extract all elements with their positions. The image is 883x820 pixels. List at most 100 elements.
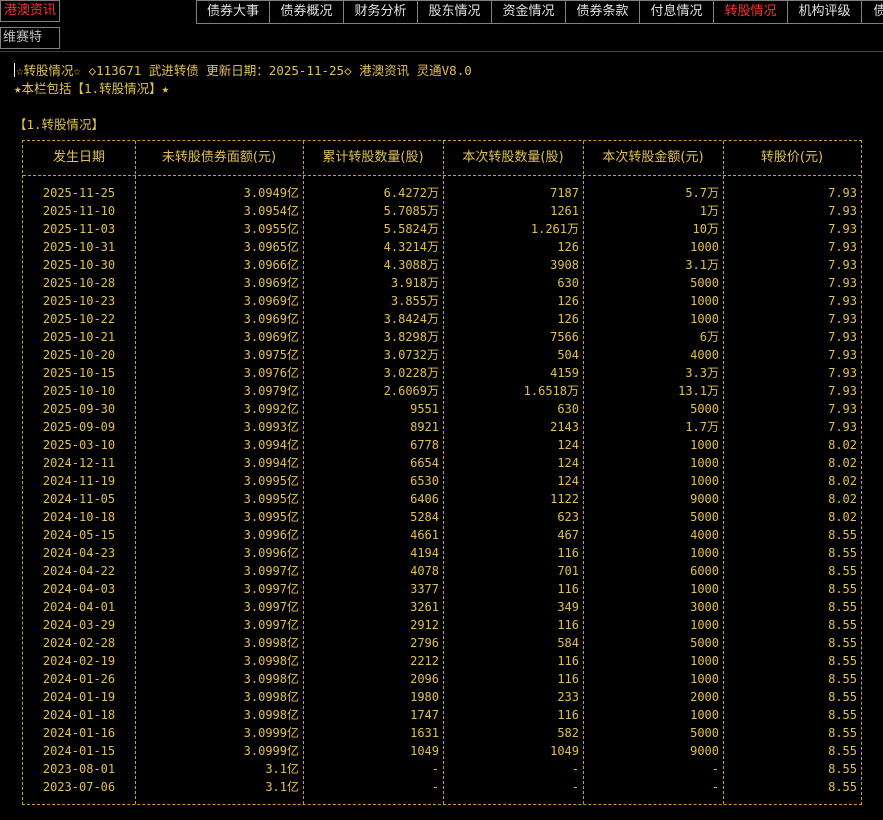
table-row[interactable]: 2025-10-23 3.0969亿 3.855万 126 1000 7.93 [23,292,861,310]
table-cell: 7.93 [828,276,857,290]
column-header[interactable]: 转股价(元) [723,141,861,175]
tab-5[interactable]: 债券条款 [566,0,640,24]
table-cell: 8.02 [828,492,857,506]
tab-1[interactable]: 债券概况 [270,0,344,24]
table-cell: 126 [557,240,579,254]
table-row[interactable]: 2024-02-19 3.0998亿 2212 116 1000 8.55 [23,652,861,670]
table-cell: 2024-04-03 [42,582,116,596]
table-row[interactable]: 2025-10-20 3.0975亿 3.0732万 504 4000 7.93 [23,346,861,364]
table-cell: 2024-04-01 [42,600,116,614]
table-row[interactable]: 2024-04-01 3.0997亿 3261 349 3000 8.55 [23,598,861,616]
table-cell: 3.0998亿 [243,708,299,722]
tab-7[interactable]: 转股情况 [714,0,788,24]
table-cell: 1000 [690,672,719,686]
table-row[interactable]: 2025-10-21 3.0969亿 3.8298万 7566 6万 7.93 [23,328,861,346]
column-header[interactable]: 未转股债券面额(元) [135,141,303,175]
table-cell: 2024-02-28 [42,636,116,650]
table-row[interactable]: 2024-11-19 3.0995亿 6530 124 1000 8.02 [23,472,861,490]
table-cell: 5.5824万 [383,222,439,236]
tab-6[interactable]: 付息情况 [640,0,714,24]
table-cell: 1000 [690,654,719,668]
table-cell: 7.93 [828,222,857,236]
column-header[interactable]: 发生日期 [23,141,135,175]
table-row[interactable]: 2023-07-06 3.1亿 - - - 8.55 [23,778,861,796]
tab-2[interactable]: 财务分析 [344,0,418,24]
table-cell: 116 [557,582,579,596]
table-row[interactable]: 2025-11-03 3.0955亿 5.5824万 1.261万 10万 7.93 [23,220,861,238]
app-brand[interactable]: 港澳资讯 [0,0,60,22]
table-row[interactable]: 2025-10-28 3.0969亿 3.918万 630 5000 7.93 [23,274,861,292]
table-cell: 630 [557,402,579,416]
tab-4[interactable]: 资金情况 [492,0,566,24]
table-row[interactable]: 2025-10-30 3.0966亿 4.3088万 3908 3.1万 7.93 [23,256,861,274]
table-cell: 7187 [550,186,579,200]
table-cell: 5000 [690,276,719,290]
table-cell: 4.3088万 [383,258,439,272]
table-cell: 3.1亿 [265,762,299,776]
table-cell: 116 [557,672,579,686]
table-row[interactable]: 2025-09-30 3.0992亿 9551 630 5000 7.93 [23,400,861,418]
table-cell: 8.55 [828,780,857,794]
table-row[interactable]: 2025-09-09 3.0993亿 8921 2143 1.7万 7.93 [23,418,861,436]
column-header[interactable]: 本次转股金额(元) [583,141,723,175]
table-row[interactable]: 2024-01-26 3.0998亿 2096 116 1000 8.55 [23,670,861,688]
table-cell: 3.0965亿 [243,240,299,254]
table-row[interactable]: 2025-10-22 3.0969亿 3.8424万 126 1000 7.93 [23,310,861,328]
table-row[interactable]: 2024-04-22 3.0997亿 4078 701 6000 8.55 [23,562,861,580]
tab-3[interactable]: 股东情况 [418,0,492,24]
table-cell: 2025-09-09 [42,420,116,434]
table-row[interactable]: 2024-04-23 3.0996亿 4194 116 1000 8.55 [23,544,861,562]
table-row[interactable]: 2024-04-03 3.0997亿 3377 116 1000 8.55 [23,580,861,598]
tab-0[interactable]: 债券大事 [196,0,270,24]
table-row[interactable]: 2024-01-15 3.0999亿 1049 1049 9000 8.55 [23,742,861,760]
table-cell: 13.1万 [678,384,719,398]
table-cell: 233 [557,690,579,704]
tab-9[interactable]: 债 [862,0,883,24]
table-cell: 3.0994亿 [243,438,299,452]
table-cell: 8.55 [828,762,857,776]
table-cell: 2025-11-10 [42,204,116,218]
table-row[interactable]: 2024-05-15 3.0996亿 4661 467 4000 8.55 [23,526,861,544]
table-cell: 2.6069万 [383,384,439,398]
table-cell: - [431,780,439,794]
sub-label[interactable]: 维赛特 [0,27,60,49]
table-cell: - [711,780,719,794]
table-cell: 3.1万 [685,258,719,272]
table-cell: 8.55 [828,564,857,578]
table-cell: 7.93 [828,330,857,344]
table-row[interactable]: 2023-08-01 3.1亿 - - - 8.55 [23,760,861,778]
table-cell: 3.8424万 [383,312,439,326]
table-cell: 3.0997亿 [243,582,299,596]
table-cell: 9000 [690,744,719,758]
table-cell: 2025-10-22 [42,312,116,326]
table-row[interactable]: 2024-03-29 3.0997亿 2912 116 1000 8.55 [23,616,861,634]
table-row[interactable]: 2025-11-25 3.0949亿 6.4272万 7187 5.7万 7.93 [23,184,861,202]
table-row[interactable]: 2025-10-10 3.0979亿 2.6069万 1.6518万 13.1万 7.93 [23,382,861,400]
table-row[interactable]: 2025-10-31 3.0965亿 4.3214万 126 1000 7.93 [23,238,861,256]
table-row[interactable]: 2025-11-10 3.0954亿 5.7085万 1261 1万 7.93 [23,202,861,220]
table-cell: 8921 [410,420,439,434]
table-cell: 2024-04-22 [42,564,116,578]
table-cell: 3.0975亿 [243,348,299,362]
table-cell: 8.02 [828,438,857,452]
table-cell: 2024-11-19 [42,474,116,488]
table-row[interactable]: 2024-02-28 3.0998亿 2796 584 5000 8.55 [23,634,861,652]
table-cell: 8.55 [828,690,857,704]
table-row[interactable]: 2024-01-16 3.0999亿 1631 582 5000 8.55 [23,724,861,742]
table-row[interactable]: 2024-01-18 3.0998亿 1747 116 1000 8.55 [23,706,861,724]
table-cell: 1000 [690,456,719,470]
tab-8[interactable]: 机构评级 [788,0,862,24]
column-header[interactable]: 累计转股数量(股) [303,141,443,175]
table-row[interactable]: 2024-01-19 3.0998亿 1980 233 2000 8.55 [23,688,861,706]
table-cell: 8.55 [828,744,857,758]
table-row[interactable]: 2024-10-18 3.0995亿 5284 623 5000 8.02 [23,508,861,526]
table-cell: 1.261万 [530,222,579,236]
table-row[interactable]: 2024-11-05 3.0995亿 6406 1122 9000 8.02 [23,490,861,508]
column-header[interactable]: 本次转股数量(股) [443,141,583,175]
table-row[interactable]: 2025-10-15 3.0976亿 3.0228万 4159 3.3万 7.93 [23,364,861,382]
table-row[interactable]: 2024-12-11 3.0994亿 6654 124 1000 8.02 [23,454,861,472]
table-cell: 1.6518万 [523,384,579,398]
table-cell: 124 [557,438,579,452]
table-cell: 2025-03-10 [42,438,116,452]
table-row[interactable]: 2025-03-10 3.0994亿 6778 124 1000 8.02 [23,436,861,454]
